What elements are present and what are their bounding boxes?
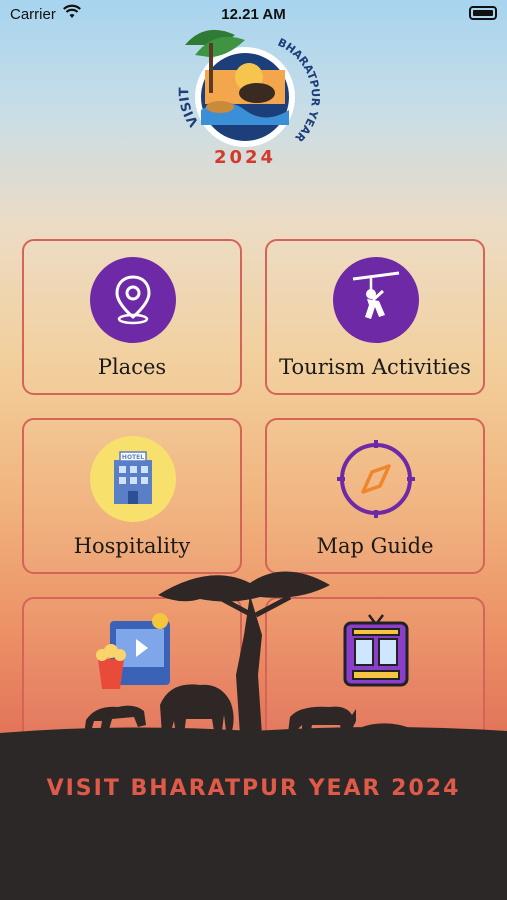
tile-hospitality[interactable]: HOTEL Hospitality: [22, 418, 242, 574]
compass-icon: [333, 436, 419, 522]
location-pin-icon: [90, 257, 176, 343]
footer: VISIT BHARATPUR YEAR 2024: [0, 736, 507, 900]
svg-text:HOTEL: HOTEL: [122, 454, 144, 461]
logo-year: 2024: [214, 147, 276, 168]
zipline-icon: [333, 257, 419, 343]
savanna-silhouette: [0, 571, 507, 755]
tile-places-label: Places: [97, 355, 167, 379]
hotel-icon: HOTEL: [90, 436, 176, 522]
tile-map-guide[interactable]: Map Guide: [265, 418, 485, 574]
bharatpur-logo: VISIT BHARATPUR YEAR 2024: [177, 29, 322, 168]
tile-places[interactable]: Places: [22, 239, 242, 395]
footer-title: VISIT BHARATPUR YEAR 2024: [46, 776, 461, 801]
tile-tourism-activities-label: Tourism Activities: [279, 355, 471, 379]
battery-icon: [469, 6, 497, 20]
tile-tourism-activities[interactable]: Tourism Activities: [265, 239, 485, 395]
elephant-silhouette-icon: [160, 684, 234, 735]
